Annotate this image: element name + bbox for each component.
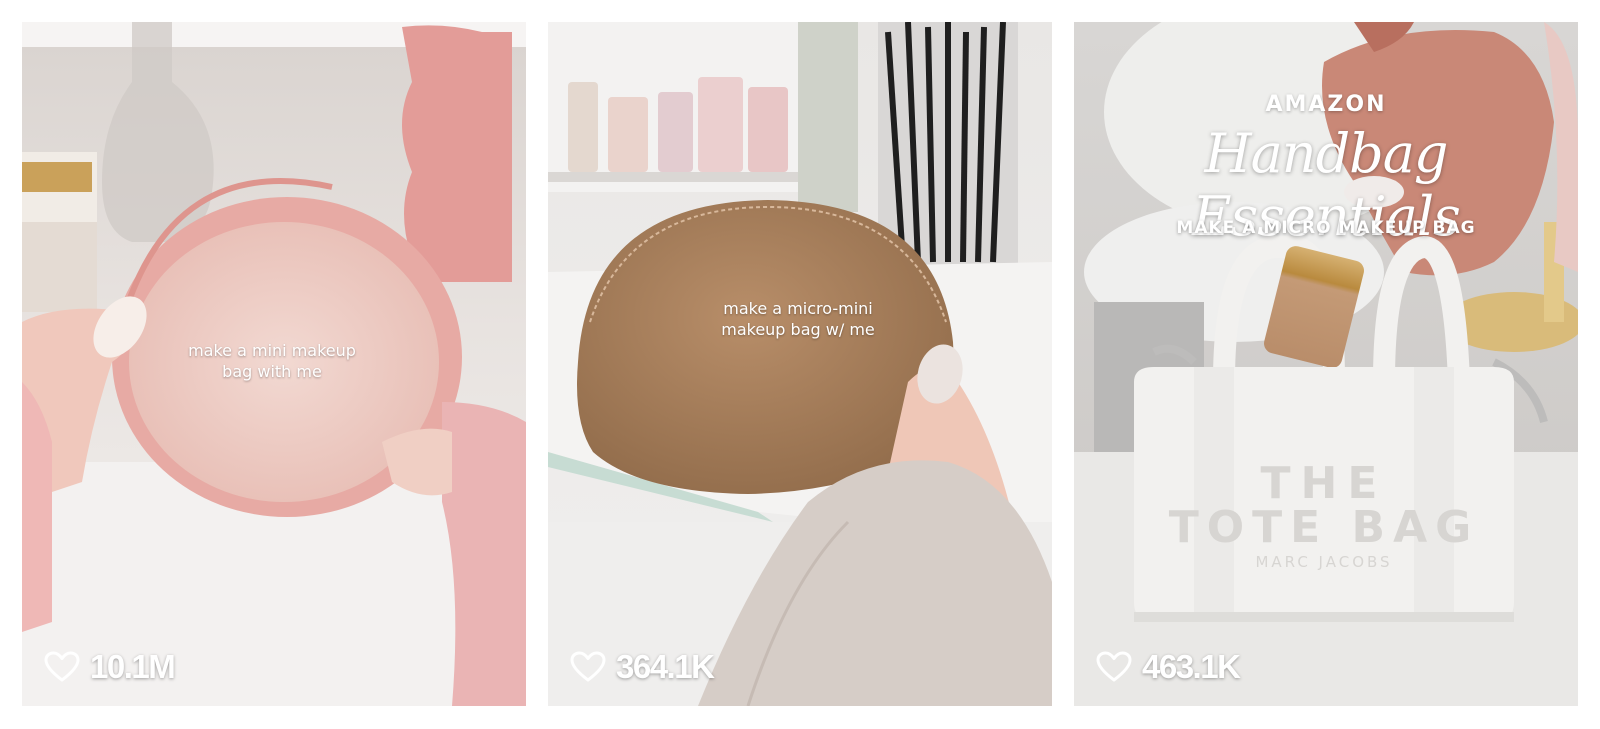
overlay-title-sub: MAKE A MICRO MAKEUP BAG [1176, 218, 1476, 238]
bag-print-line: THE [1260, 458, 1388, 509]
like-count-1[interactable]: 10.1M [44, 648, 176, 686]
video-card-2[interactable]: make a micro-mini makeup bag w/ me 364.1… [548, 22, 1052, 706]
video-caption-1: make a mini makeup bag with me [152, 340, 392, 382]
video-grid: make a mini makeup bag with me 10.1M mak… [0, 0, 1600, 729]
like-count-3[interactable]: 463.1K [1096, 648, 1241, 686]
caption-line: make a mini makeup [188, 341, 356, 360]
video-caption-2: make a micro-mini makeup bag w/ me [668, 298, 928, 340]
caption-line: makeup bag w/ me [721, 320, 875, 339]
video-card-3[interactable]: AMAZON Handbag Essentials MAKE A MICRO M… [1074, 22, 1578, 706]
like-count-text: 463.1K [1142, 648, 1241, 685]
heart-outline-icon [570, 651, 606, 682]
bag-print-line: MARC JACOBS [1255, 553, 1393, 571]
overlay-title-top: AMAZON [1265, 92, 1387, 117]
video-thumbnail-2 [548, 22, 1052, 706]
video-card-1[interactable]: make a mini makeup bag with me 10.1M [22, 22, 526, 706]
caption-line: bag with me [222, 362, 322, 381]
heart-outline-icon [1096, 651, 1132, 682]
like-count-text: 10.1M [90, 648, 176, 685]
bag-print: THE TOTE BAG MARC JACOBS [1134, 462, 1514, 574]
bag-print-line: TOTE BAG [1168, 502, 1480, 553]
caption-line: make a micro-mini [723, 299, 873, 318]
like-count-text: 364.1K [616, 648, 715, 685]
like-count-2[interactable]: 364.1K [570, 648, 715, 686]
heart-outline-icon [44, 651, 80, 682]
